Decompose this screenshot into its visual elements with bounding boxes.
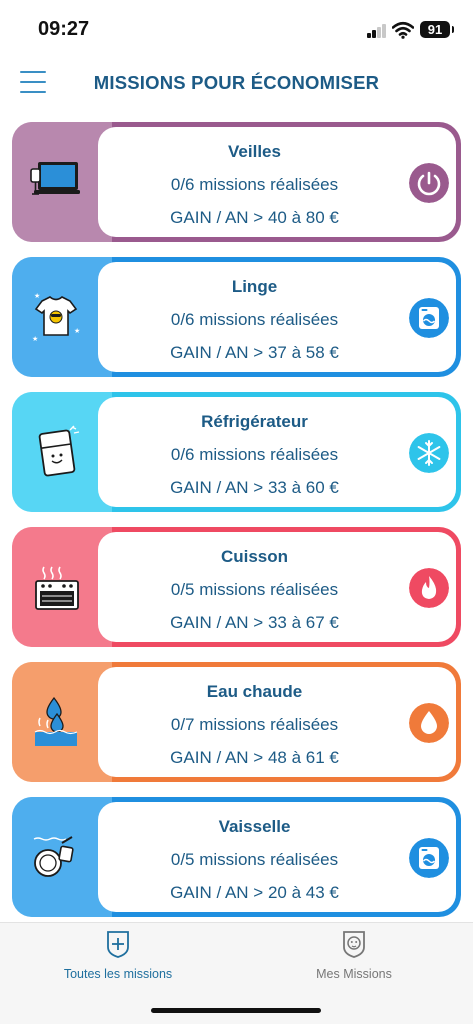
computer-illustration [30, 162, 80, 195]
card-title: Veilles [228, 142, 281, 161]
card-gain: GAIN / AN > 37 à 58 € [170, 343, 339, 362]
tshirt-illustration: ★ ★ ★ [32, 292, 80, 343]
mission-card-cuisson[interactable]: Cuisson 0/5 missions réalisées GAIN / AN… [12, 527, 461, 647]
card-title: Linge [231, 277, 278, 296]
mission-card-refrigerateur[interactable]: Réfrigérateur 0/6 missions réalisées GAI… [12, 392, 461, 512]
dishes-illustration [33, 836, 74, 877]
card-progress: 0/7 missions réalisées [170, 715, 339, 734]
card-progress: 0/5 missions réalisées [170, 850, 339, 869]
card-gain: GAIN / AN > 20 à 43 € [170, 883, 339, 902]
card-title: Réfrigérateur [201, 412, 308, 431]
power-icon [409, 163, 449, 203]
mission-card-eau-chaude[interactable]: Eau chaude 0/7 missions réalisées GAIN /… [12, 662, 461, 782]
mission-card-linge[interactable]: ★ ★ ★ Linge 0/6 missions réalisées GAIN … [12, 257, 461, 377]
snowflake-icon [409, 433, 449, 473]
card-gain: GAIN / AN > 33 à 60 € [170, 478, 339, 497]
page-title: MISSIONS POUR ÉCONOMISER [93, 72, 380, 93]
monkey-shield-icon [343, 931, 365, 958]
mission-card-veilles[interactable]: Veilles 0/6 missions réalisées GAIN / AN… [12, 122, 461, 242]
water-drops-illustration [34, 696, 78, 746]
home-indicator [151, 1008, 321, 1013]
svg-text:★: ★ [74, 327, 80, 335]
battery-icon: 91 [420, 21, 454, 38]
card-title: Eau chaude [206, 682, 303, 701]
oven-illustration [35, 566, 79, 610]
card-gain: GAIN / AN > 33 à 67 € [170, 613, 339, 632]
svg-text:★: ★ [34, 292, 40, 300]
card-progress: 0/6 missions réalisées [170, 445, 339, 464]
dishwasher-icon [409, 838, 449, 878]
status-time: 09:27 [38, 18, 90, 40]
card-title: Vaisselle [218, 817, 291, 836]
cellular-signal-icon [367, 24, 387, 38]
status-bar: 09:27 91 [0, 0, 473, 56]
card-title: Cuisson [220, 547, 289, 566]
wifi-icon [392, 21, 414, 39]
tab-label: Toutes les missions [63, 967, 173, 981]
battery-level: 91 [427, 22, 443, 37]
tab-my-missions[interactable]: Mes Missions [254, 929, 454, 991]
card-gain: GAIN / AN > 40 à 80 € [170, 208, 339, 227]
mission-card-vaisselle[interactable]: Vaisselle 0/5 missions réalisées GAIN / … [12, 797, 461, 917]
header: MISSIONS POUR ÉCONOMISER [0, 62, 473, 106]
tab-label: Mes Missions [316, 967, 392, 981]
flame-icon [409, 568, 449, 608]
washing-machine-icon [409, 298, 449, 338]
card-progress: 0/6 missions réalisées [170, 175, 339, 194]
card-progress: 0/6 missions réalisées [170, 310, 339, 329]
card-progress: 0/5 missions réalisées [170, 580, 339, 599]
fridge-illustration [38, 425, 80, 477]
tab-all-missions[interactable]: Toutes les missions [18, 929, 218, 991]
card-gain: GAIN / AN > 48 à 61 € [170, 748, 339, 767]
svg-text:★: ★ [32, 335, 38, 343]
water-drop-icon [409, 703, 449, 743]
hamburger-menu-icon[interactable] [20, 70, 46, 94]
shield-plus-icon [107, 931, 129, 958]
